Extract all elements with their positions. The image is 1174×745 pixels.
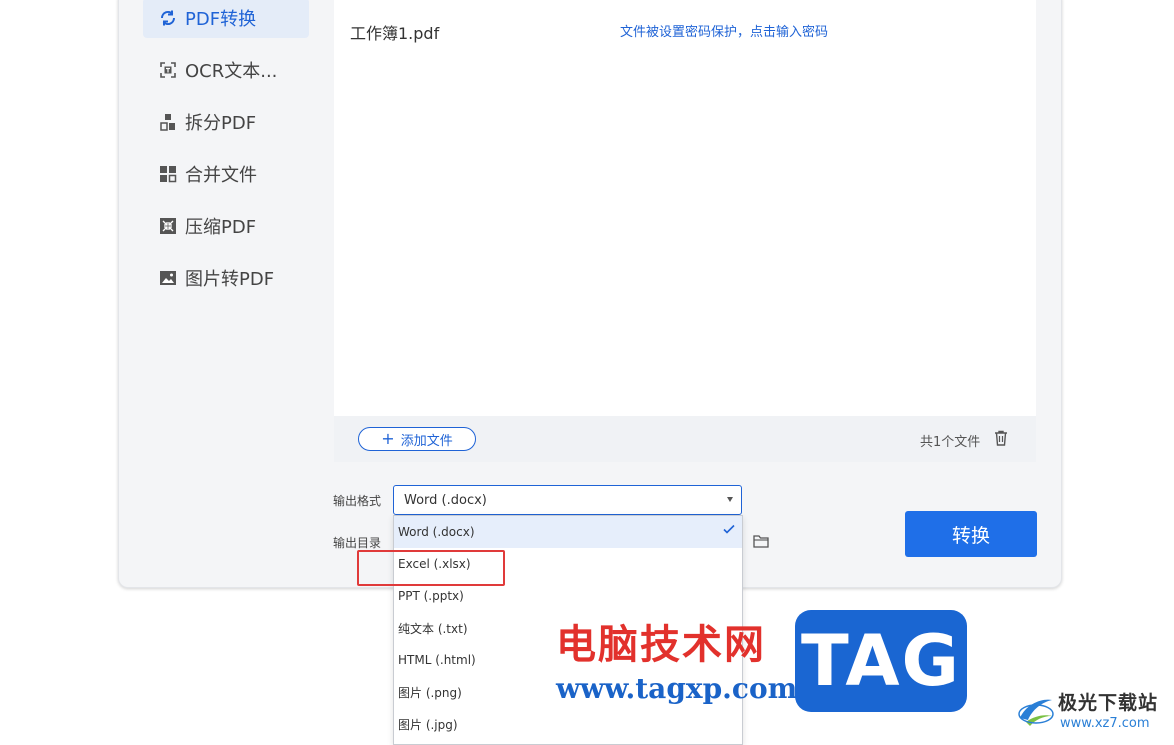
watermark-tag-logo: TAG	[795, 610, 967, 712]
caret-down-icon	[727, 497, 733, 502]
file-list-footer: + 添加文件 共1个文件	[334, 416, 1036, 462]
sidebar-item-label: 拆分PDF	[185, 113, 257, 134]
file-name: 工作簿1.pdf	[350, 24, 440, 43]
sidebar-item-pdf-convert[interactable]: PDF转换	[143, 0, 309, 38]
add-file-label: 添加文件	[400, 433, 453, 449]
brand-url: www.xz7.com	[1060, 716, 1150, 731]
watermark-site-url: www.tagxp.com	[556, 672, 798, 705]
refresh-icon	[159, 9, 177, 27]
option-label: HTML (.html)	[398, 653, 476, 667]
selected-format: Word (.docx)	[404, 492, 487, 508]
sidebar-item-ocr[interactable]: OCR文本...	[143, 50, 309, 90]
option-label: PPT (.pptx)	[398, 589, 464, 603]
sidebar-item-image-to-pdf[interactable]: 图片转PDF	[143, 258, 309, 298]
file-count: 共1个文件	[920, 435, 981, 450]
sidebar-item-label: 压缩PDF	[185, 217, 257, 238]
folder-icon[interactable]	[753, 534, 769, 548]
sidebar-item-merge[interactable]: 合并文件	[143, 154, 309, 194]
format-option-word[interactable]: Word (.docx)	[394, 516, 742, 548]
output-format-select[interactable]: Word (.docx)	[393, 485, 742, 515]
ocr-scan-icon	[159, 61, 177, 79]
output-dir-label: 输出目录	[333, 536, 382, 550]
watermark-site-name: 电脑技术网	[556, 622, 766, 668]
sidebar-item-split-pdf[interactable]: 拆分PDF	[143, 102, 309, 142]
split-icon	[159, 113, 177, 131]
option-label: 图片 (.jpg)	[398, 717, 458, 732]
password-prompt-link[interactable]: 文件被设置密码保护，点击输入密码	[620, 21, 828, 40]
sidebar-item-label: 合并文件	[185, 165, 257, 186]
convert-button[interactable]: 转换	[905, 511, 1037, 557]
brand-logo-icon	[1018, 699, 1054, 726]
check-icon	[723, 524, 735, 534]
output-format-label: 输出格式	[333, 494, 382, 508]
sidebar-item-label: 图片转PDF	[185, 269, 275, 290]
watermark-brand: 极光下载站 www.xz7.com	[1016, 688, 1166, 736]
file-list-panel: 工作簿1.pdf 文件被设置密码保护，点击输入密码	[334, 0, 1036, 416]
merge-icon	[159, 165, 177, 183]
trash-icon[interactable]	[994, 430, 1008, 446]
brand-name: 极光下载站	[1058, 692, 1159, 714]
format-option-jpg[interactable]: 图片 (.jpg)	[394, 708, 742, 740]
highlight-annotation	[357, 550, 505, 586]
add-file-button[interactable]: + 添加文件	[358, 427, 476, 451]
option-label: 图片 (.png)	[398, 685, 462, 700]
sidebar-item-label: OCR文本...	[185, 61, 278, 82]
option-label: 纯文本 (.txt)	[398, 621, 468, 636]
image-icon	[159, 269, 177, 287]
option-label: Word (.docx)	[398, 525, 475, 539]
sidebar-item-label: PDF转换	[185, 9, 257, 30]
plus-icon: +	[381, 429, 395, 448]
compress-icon	[159, 217, 177, 235]
sidebar-item-compress[interactable]: 压缩PDF	[143, 206, 309, 246]
